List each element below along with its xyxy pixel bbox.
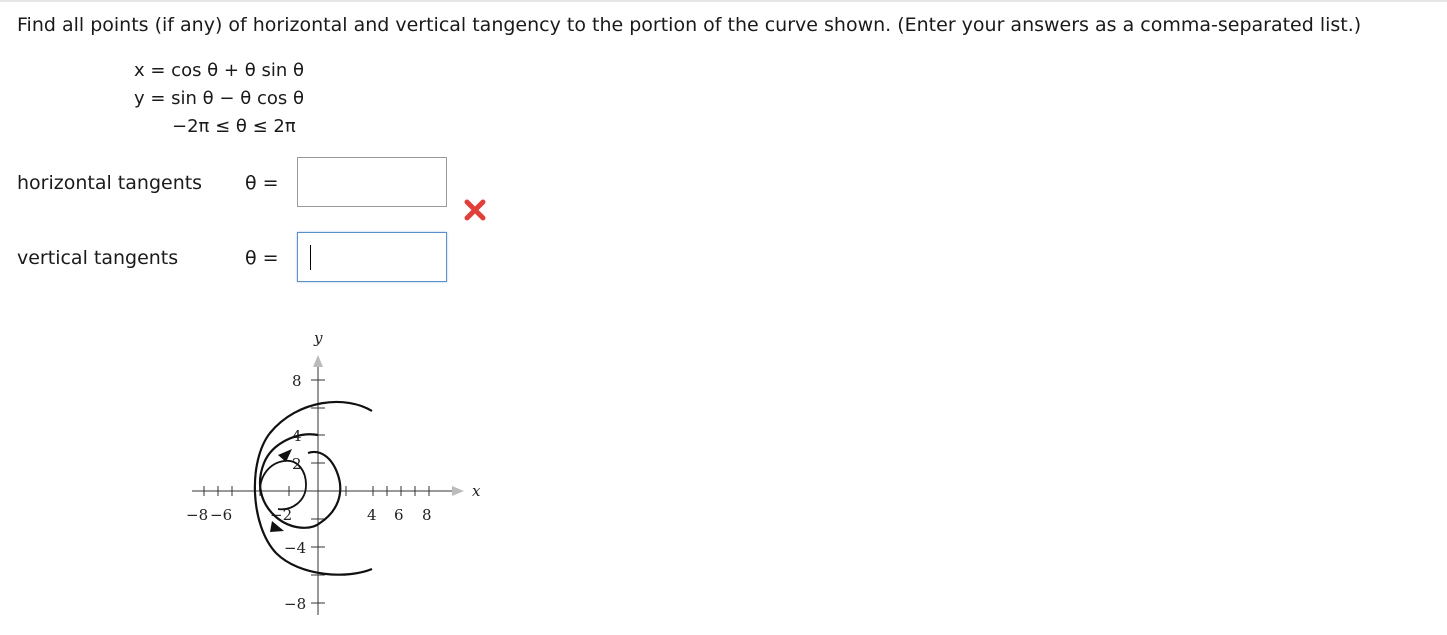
question-text: Find all points (if any) of horizontal a… xyxy=(17,14,1362,36)
curve-path xyxy=(253,400,373,576)
curve-graph: x y −8 −6 −2 4 6 8 8 4 2 −4 −8 xyxy=(186,329,481,615)
equation-x: x = cos θ + θ sin θ xyxy=(134,60,304,81)
equation-y: y = sin θ − θ cos θ xyxy=(134,88,304,109)
x-tick-label: −8 xyxy=(186,506,208,524)
y-tick-label: −4 xyxy=(284,539,306,557)
vertical-tangents-input[interactable] xyxy=(297,232,447,282)
y-axis-label: y xyxy=(313,329,323,347)
incorrect-x-icon xyxy=(464,199,486,221)
horizontal-tangents-label: horizontal tangents xyxy=(17,172,203,194)
x-tick-label: 4 xyxy=(367,506,377,524)
top-divider xyxy=(0,0,1447,2)
vertical-tangents-label: vertical tangents xyxy=(17,247,179,269)
x-tick-label: −6 xyxy=(210,506,232,524)
vertical-theta-label: θ = xyxy=(245,247,279,269)
y-tick-label: −8 xyxy=(284,595,306,613)
horizontal-tangents-input[interactable] xyxy=(297,157,447,207)
equation-domain: −2π ≤ θ ≤ 2π xyxy=(172,116,296,137)
x-axis-label: x xyxy=(472,482,481,500)
curve-inner-loop xyxy=(258,433,342,529)
text-caret xyxy=(310,245,311,270)
x-axis-arrow xyxy=(452,486,464,496)
direction-arrow-icon xyxy=(278,449,292,462)
x-tick-label: 6 xyxy=(394,506,404,524)
y-axis-arrow xyxy=(313,355,323,367)
horizontal-theta-label: θ = xyxy=(245,172,279,194)
y-tick-label: 8 xyxy=(292,372,302,390)
x-tick-label: 8 xyxy=(422,506,432,524)
